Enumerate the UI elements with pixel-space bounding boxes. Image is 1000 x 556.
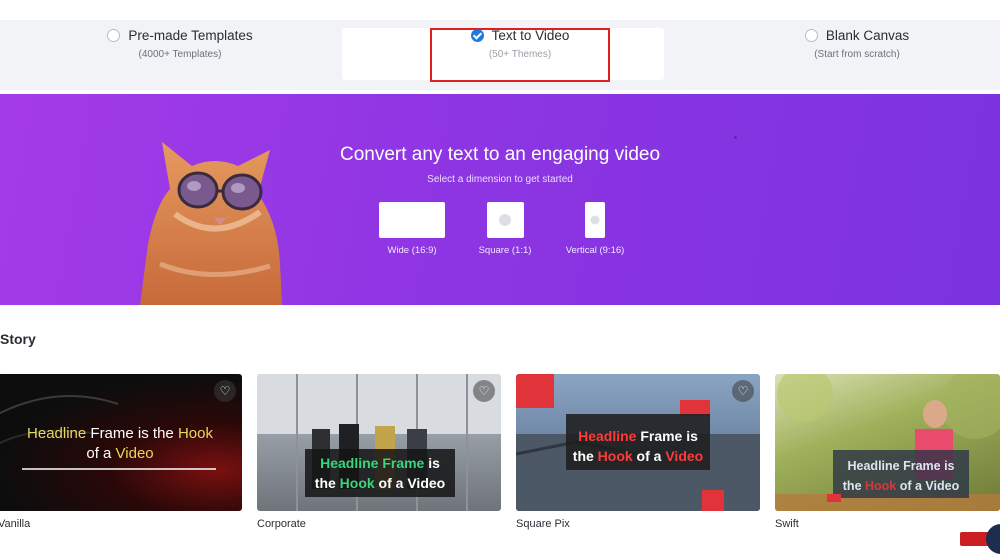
template-name: Vanilla [0, 518, 31, 530]
square-frame-icon[interactable] [486, 202, 524, 238]
card-caption: Headline Frame is the Hook of a Video [572, 428, 704, 464]
cat-with-sunglasses-illustration [140, 142, 282, 305]
dimension-vertical[interactable]: Vertical (9:16) [558, 202, 632, 256]
placeholder-dot-icon [590, 215, 600, 225]
hero-banner: Convert any text to an engaging video Se… [0, 94, 1000, 305]
hero-title: Convert any text to an engaging video [339, 144, 661, 165]
template-card-vanilla[interactable]: Headline Frame is the Hook of a Video ♡ [0, 374, 242, 511]
dimension-wide[interactable]: Wide (16:9) [374, 202, 450, 256]
hero-subtitle: Select a dimension to get started [427, 174, 573, 185]
vertical-frame-icon[interactable] [585, 202, 605, 238]
option-blank-canvas[interactable]: Blank Canvas (Start from scratch) [757, 28, 957, 80]
placeholder-dot-icon [499, 214, 511, 226]
template-name: Corporate [257, 518, 306, 530]
card-caption: Headline Frame is the Hook of a Video [314, 455, 446, 491]
card-caption: Headline Frame is the Hook of a Video [27, 425, 213, 462]
favorite-heart-icon[interactable]: ♡ [214, 380, 236, 402]
dimension-label: Square (1:1) [478, 245, 532, 256]
highlight-annotation-box [430, 28, 610, 82]
section-title-story: Story [0, 331, 36, 347]
option-subtitle: (4000+ Templates) [138, 49, 222, 60]
card-caption: Headline Frame is the Hook of a Video [842, 459, 960, 493]
option-subtitle: (Start from scratch) [814, 49, 900, 60]
favorite-heart-icon[interactable]: ♡ [732, 380, 754, 402]
template-card-square-pix[interactable]: Headline Frame is the Hook of a Video ♡ [516, 374, 760, 511]
template-name: Square Pix [516, 518, 570, 530]
option-title: Pre-made Templates [128, 28, 253, 43]
top-bar [0, 0, 1000, 20]
option-premade-templates[interactable]: Pre-made Templates (4000+ Templates) [80, 28, 280, 80]
favorite-heart-icon[interactable]: ♡ [473, 380, 495, 402]
dimension-label: Wide (16:9) [387, 245, 437, 256]
radio-unchecked-icon[interactable] [107, 29, 121, 42]
template-card-corporate[interactable]: Headline Frame is the Hook of a Video ♡ [257, 374, 501, 511]
dimension-square[interactable]: Square (1:1) [470, 202, 540, 256]
cursor-speck [734, 136, 737, 139]
template-name: Swift [775, 518, 799, 530]
radio-unchecked-icon[interactable] [804, 29, 818, 42]
template-card-swift[interactable]: Headline Frame is the Hook of a Video [775, 374, 1000, 511]
floating-chat-button[interactable] [986, 524, 1000, 554]
dimension-label: Vertical (9:16) [565, 245, 625, 256]
option-title: Blank Canvas [825, 28, 910, 43]
wide-frame-icon[interactable] [379, 202, 445, 238]
